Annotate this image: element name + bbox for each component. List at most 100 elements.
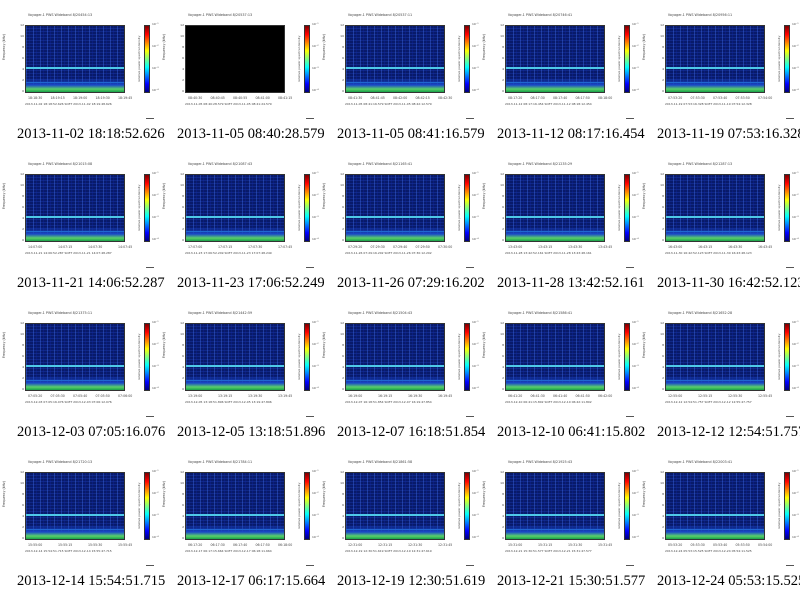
colorbar-tick-label: 10⁻² (792, 44, 799, 48)
y-axis-label: Frequency (kHz) (2, 183, 6, 209)
x-tick-row: 07:05:20 07:05:30 07:05:40 07:05:50 07:06:00 (25, 394, 132, 399)
y-tick-label: 0 (22, 238, 24, 242)
x-tick-label: 13:19:45 (278, 394, 293, 398)
x-tick-label: 13:43:45 (598, 245, 613, 249)
colorbar-unit-mark (626, 118, 634, 119)
y-tick-label: 8 (182, 343, 184, 347)
plot-title: Voyager-1 PWS Wideband 8/21087:43 (187, 162, 253, 166)
colorbar-tick-label: 10⁻¹ (472, 469, 479, 473)
spectrogram-image (345, 323, 445, 391)
colorbar-tick-label: 10⁻³ (792, 66, 799, 70)
x-tick-label: 15:31:15 (538, 543, 553, 547)
y-tick-label: 0 (662, 536, 664, 540)
spectrogram-tile: Voyager-1 PWS Wideband 8/20956:11 Frequen… (640, 0, 800, 149)
timestamp-caption: 2013-11-05 08:41:16.579 (337, 126, 485, 142)
x-tick-label: 08:42:00 (393, 96, 408, 100)
x-tick-label: 17:07:15 (218, 245, 233, 249)
y-tick-label: 6 (662, 354, 664, 358)
colorbar-tick-label: 10⁻⁴ (312, 237, 319, 241)
plot-title: Voyager-1 PWS Wideband 8/21586:41 (507, 311, 573, 315)
spectrogram-image (25, 472, 125, 540)
timestamp-caption: 2013-11-05 08:40:28.579 (177, 126, 325, 142)
x-tick-label: 14:07:15 (58, 245, 73, 249)
colorbar-tick-label: 10⁻¹ (472, 171, 479, 175)
scet-range: 2013-11-26 07:29:16.202 SCET 2013-11-26 … (345, 251, 432, 255)
scet-range: 2013-12-24 05:53:15.525 SCET 2013-12-24 … (665, 549, 752, 553)
colorbar-tick-label: 10⁻² (152, 44, 159, 48)
y-tick-label: 6 (342, 354, 344, 358)
y-tick-label: 4 (22, 365, 24, 369)
y-tick-label: 6 (502, 205, 504, 209)
y-axis-label: Frequency (kHz) (322, 332, 326, 358)
colorbar-tick-label: 10⁻⁴ (792, 88, 799, 92)
y-axis-label: Frequency (kHz) (2, 34, 6, 60)
y-axis-label: Frequency (kHz) (162, 34, 166, 60)
colorbar-tick-label: 10⁻³ (312, 66, 319, 70)
colorbar-tick-label: 10⁻³ (472, 66, 479, 70)
colorbar (784, 323, 790, 391)
x-tick-label: 13:43:15 (538, 245, 553, 249)
y-tick-label: 4 (662, 216, 664, 220)
colorbar-tick-label: 10⁻¹ (792, 469, 799, 473)
plot-title: Voyager-1 PWS Wideband 8/21504:43 (347, 311, 413, 315)
plot-title: Voyager-1 PWS Wideband 8/21235:29 (507, 162, 573, 166)
x-tick-label: 06:42:00 (598, 394, 613, 398)
plot-title: Voyager-1 PWS Wideband 8/20956:11 (667, 13, 733, 17)
y-tick-label: 2 (662, 376, 664, 380)
plot-title: Voyager-1 PWS Wideband 8/21442:59 (187, 311, 253, 315)
colorbar-label: relative power spectral density (777, 333, 781, 381)
colorbar-tick-label: 10⁻³ (312, 513, 319, 517)
y-tick-label: 12 (500, 172, 504, 176)
colorbar-tick-label: 10⁻¹ (312, 22, 319, 26)
x-tick-label: 17:07:00 (188, 245, 203, 249)
y-tick-label: 12 (180, 470, 184, 474)
y-tick-label: 4 (182, 67, 184, 71)
spectrogram-tile: Voyager-1 PWS Wideband 8/21015:08 Frequen… (0, 149, 165, 298)
colorbar-label: relative power spectral density (617, 35, 621, 83)
y-tick-label: 10 (660, 332, 664, 336)
x-tick-label: 07:54:00 (758, 96, 773, 100)
y-tick-label: 2 (22, 227, 24, 231)
y-tick-label: 4 (182, 365, 184, 369)
x-tick-label: 07:06:00 (118, 394, 133, 398)
y-tick-label: 10 (340, 34, 344, 38)
x-tick-label: 07:53:20 (668, 96, 683, 100)
colorbar-tick-label: 10⁻³ (152, 513, 159, 517)
y-tick-label: 8 (342, 45, 344, 49)
colorbar-unit-mark (466, 118, 474, 119)
y-tick-label: 0 (342, 387, 344, 391)
colorbar-tick-label: 10⁻⁴ (632, 386, 639, 390)
spectrogram-tile: Voyager-1 PWS Wideband 8/21652:28 Frequen… (640, 298, 800, 447)
scet-range: 2013-11-02 18:18:52.626 SCET 2013-11-02 … (25, 102, 112, 106)
colorbar-tick-label: 10⁻² (632, 193, 639, 197)
scet-range: 2013-12-12 12:54:51.757 SCET 2013-12-12 … (665, 400, 752, 404)
x-tick-label: 08:40:55 (233, 96, 248, 100)
colorbar-unit-mark (306, 267, 314, 268)
spectrogram-image (345, 472, 445, 540)
y-tick-label: 4 (342, 67, 344, 71)
y-tick-label: 2 (182, 227, 184, 231)
x-tick-label: 07:05:50 (95, 394, 110, 398)
y-axis-label: Frequency (kHz) (162, 481, 166, 507)
spectrogram-image (25, 25, 125, 93)
colorbar-tick-label: 10⁻¹ (792, 22, 799, 26)
scet-range: 2013-11-28 13:42:52.161 SCET 2013-11-28 … (505, 251, 592, 255)
y-axis-label: Frequency (kHz) (642, 34, 646, 60)
y-tick-label: 2 (182, 78, 184, 82)
colorbar-tick-label: 10⁻² (472, 193, 479, 197)
colorbar-label: relative power spectral density (297, 482, 301, 530)
colorbar-tick-label: 10⁻¹ (312, 320, 319, 324)
timestamp-caption: 2013-12-24 05:53:15.525 (657, 573, 800, 589)
colorbar-tick-label: 10⁻⁴ (792, 237, 799, 241)
x-tick-label: 07:05:40 (73, 394, 88, 398)
colorbar-tick-label: 10⁻³ (632, 66, 639, 70)
y-tick-label: 12 (340, 23, 344, 27)
x-tick-label: 12:55:45 (758, 394, 773, 398)
timestamp-caption: 2013-12-21 15:30:51.577 (497, 573, 646, 589)
y-tick-label: 4 (182, 216, 184, 220)
colorbar-tick-label: 10⁻² (472, 44, 479, 48)
y-tick-label: 12 (660, 23, 664, 27)
x-tick-label: 05:54:00 (758, 543, 773, 547)
x-tick-label: 07:30:00 (438, 245, 453, 249)
plot-title: Voyager-1 PWS Wideband 8/21861:58 (347, 460, 413, 464)
